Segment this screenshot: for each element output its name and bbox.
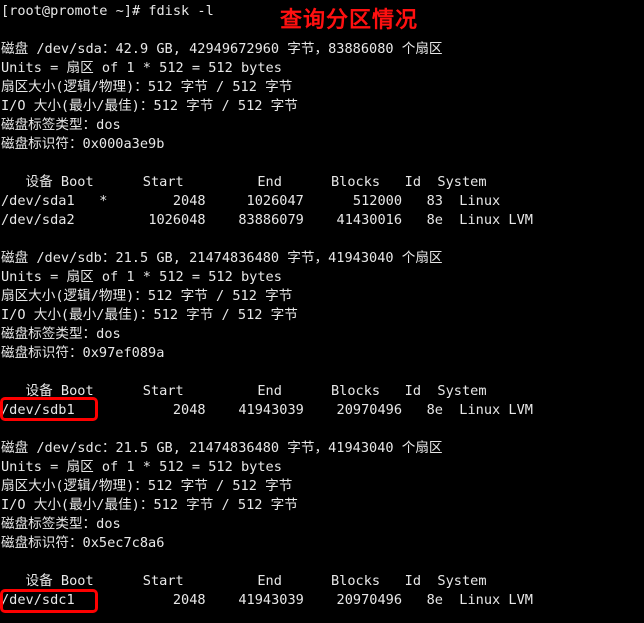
terminal-line-disk-sdc-summary: 磁盘 /dev/sdc：21.5 GB, 21474836480 字节，4194… — [1, 440, 443, 456]
terminal-window[interactable]: [root@promote ~]# fdisk -l 磁盘 /dev/sda：4… — [0, 0, 644, 623]
terminal-line-sdc-label-type: 磁盘标签类型：dos — [1, 516, 121, 532]
terminal-line-sdb-identifier: 磁盘标识符：0x97ef089a — [1, 345, 165, 361]
terminal-line-sdc-units: Units = 扇区 of 1 * 512 = 512 bytes — [1, 459, 282, 475]
partition-table-header-sdc: 设备 Boot Start End Blocks Id System — [1, 573, 487, 589]
partition-table-header-sdb: 设备 Boot Start End Blocks Id System — [1, 383, 487, 399]
terminal-line-sdc-io-size: I/O 大小(最小/最佳)：512 字节 / 512 字节 — [1, 497, 298, 513]
terminal-line-sdc-sector-size: 扇区大小(逻辑/物理)：512 字节 / 512 字节 — [1, 478, 293, 494]
table-row-sda1: /dev/sda1 * 2048 1026047 512000 83 Linux — [1, 193, 501, 209]
terminal-line-sdb-sector-size: 扇区大小(逻辑/物理)：512 字节 / 512 字节 — [1, 288, 293, 304]
partition-table-header-sda: 设备 Boot Start End Blocks Id System — [1, 174, 487, 190]
annotation-query-partitions: 查询分区情况 — [280, 8, 419, 33]
terminal-line-sdc-identifier: 磁盘标识符：0x5ec7c8a6 — [1, 535, 165, 551]
terminal-line-disk-sda-summary: 磁盘 /dev/sda：42.9 GB, 42949672960 字节，8388… — [1, 41, 443, 57]
terminal-line-sda-sector-size: 扇区大小(逻辑/物理)：512 字节 / 512 字节 — [1, 79, 293, 95]
terminal-line-sdb-io-size: I/O 大小(最小/最佳)：512 字节 / 512 字节 — [1, 307, 298, 323]
terminal-line-sda-identifier: 磁盘标识符：0x000a3e9b — [1, 136, 165, 152]
terminal-line-sda-io-size: I/O 大小(最小/最佳)：512 字节 / 512 字节 — [1, 98, 298, 114]
table-row-sdb1: /dev/sdb1 2048 41943039 20970496 8e Linu… — [1, 402, 533, 418]
terminal-line-sda-label-type: 磁盘标签类型：dos — [1, 117, 121, 133]
terminal-line-disk-sdb-summary: 磁盘 /dev/sdb：21.5 GB, 21474836480 字节，4194… — [1, 250, 443, 266]
terminal-line-sdb-units: Units = 扇区 of 1 * 512 = 512 bytes — [1, 269, 282, 285]
table-row-sda2: /dev/sda2 1026048 83886079 41430016 8e L… — [1, 212, 533, 228]
table-row-sdc1: /dev/sdc1 2048 41943039 20970496 8e Linu… — [1, 592, 533, 608]
terminal-line-sdb-label-type: 磁盘标签类型：dos — [1, 326, 121, 342]
terminal-line-sda-units: Units = 扇区 of 1 * 512 = 512 bytes — [1, 60, 282, 76]
